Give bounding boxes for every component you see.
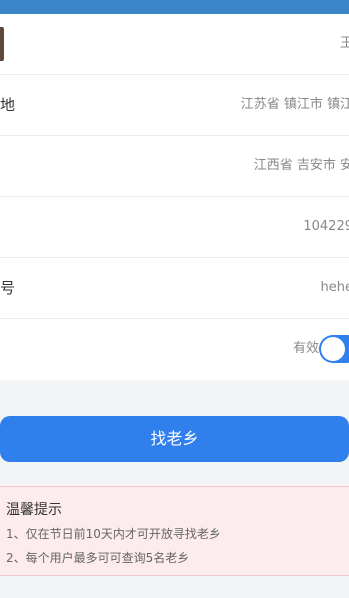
tip-item: 1、仅在节日前10天内才可开放寻找老乡 xyxy=(6,527,221,541)
residence-value: 江西省 吉安市 安 xyxy=(253,158,349,173)
tip-item: 2、每个用户最多可可查询5名老乡 xyxy=(6,551,190,565)
residence-row[interactable]: 江西省 吉安市 安 xyxy=(0,136,349,197)
account-label: 号 xyxy=(0,279,16,297)
top-bar xyxy=(0,0,349,14)
hometown-value: 江苏省 镇江市 镇江 xyxy=(240,97,349,112)
id-value: 104229 xyxy=(303,219,349,234)
status-toggle[interactable] xyxy=(319,335,349,363)
find-fellow-button[interactable]: 找老乡 xyxy=(0,416,349,462)
name-row[interactable]: 王 xyxy=(0,14,349,75)
toggle-knob xyxy=(321,337,345,361)
status-value: 有效 xyxy=(292,341,319,356)
avatar xyxy=(0,27,4,61)
status-row: 有效 xyxy=(0,319,349,380)
tips-box: 温馨提示 1、仅在节日前10天内才可开放寻找老乡 2、每个用户最多可可查询5名老… xyxy=(0,486,349,576)
hometown-row[interactable]: 地 江苏省 镇江市 镇江 xyxy=(0,75,349,136)
id-row[interactable]: 104229 xyxy=(0,197,349,258)
account-row[interactable]: 号 hehe xyxy=(0,258,349,319)
tips-title: 温馨提示 xyxy=(6,502,62,518)
hometown-label: 地 xyxy=(0,96,16,114)
name-value: 王 xyxy=(339,36,349,51)
profile-card: 王 地 江苏省 镇江市 镇江 江西省 吉安市 安 104229 号 hehe 有… xyxy=(0,14,349,380)
account-value: hehe xyxy=(320,280,349,295)
